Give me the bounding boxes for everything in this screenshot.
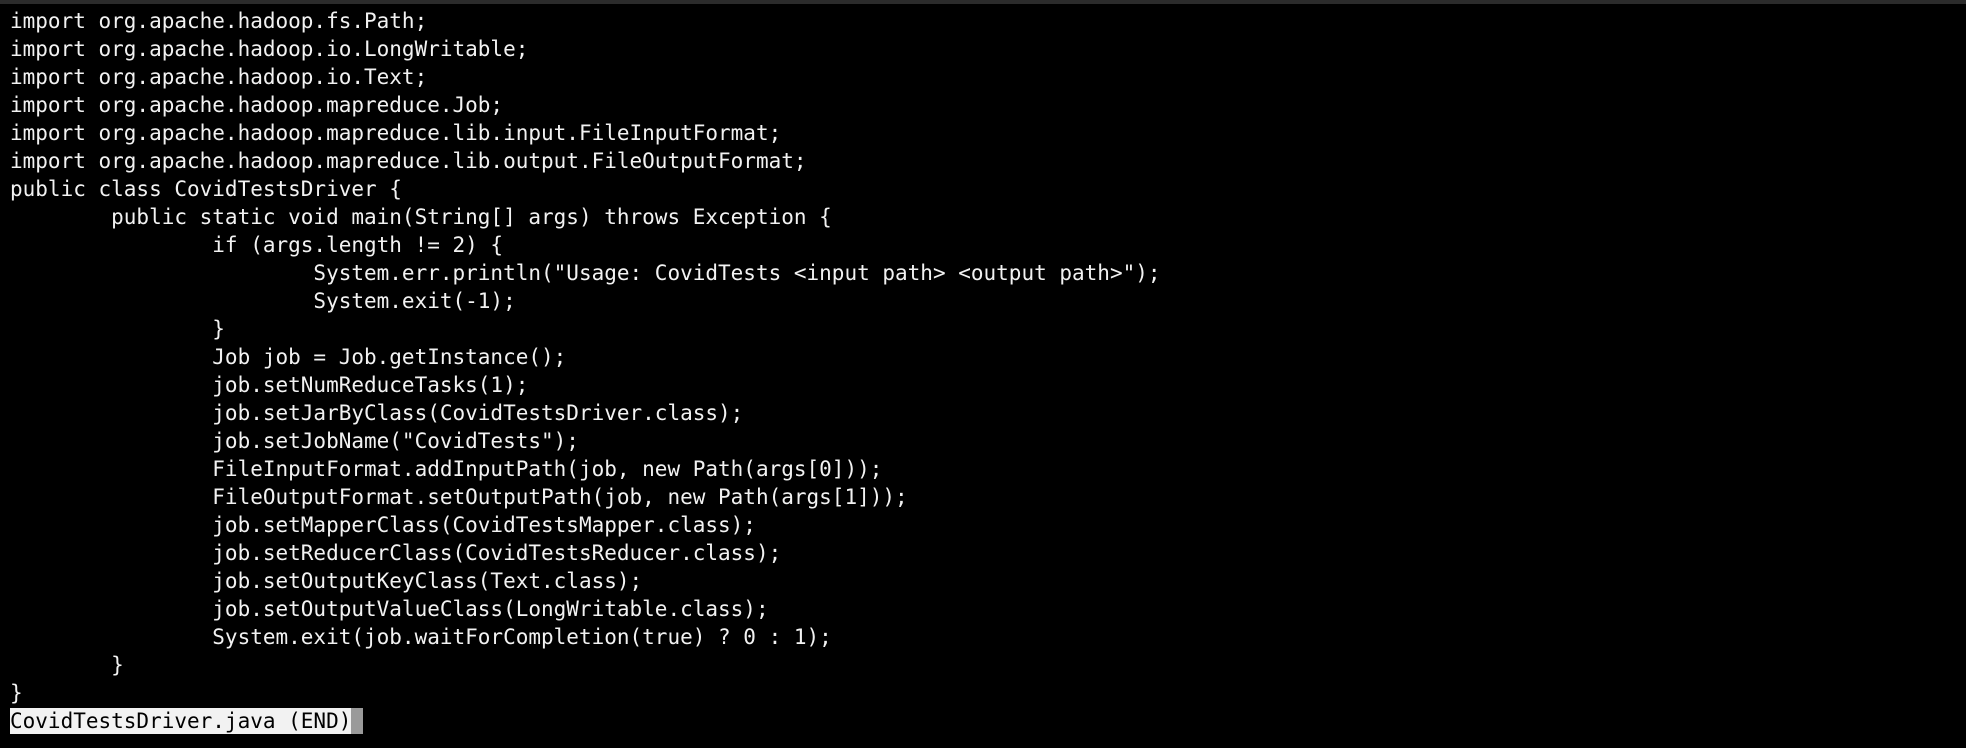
code-line: System.err.println("Usage: CovidTests <i… — [10, 261, 1161, 285]
code-line: job.setOutputKeyClass(Text.class); — [10, 569, 643, 593]
code-line: import org.apache.hadoop.io.LongWritable… — [10, 37, 529, 61]
code-line: import org.apache.hadoop.io.Text; — [10, 65, 428, 89]
code-line: public class CovidTestsDriver { — [10, 177, 402, 201]
text-cursor[interactable] — [351, 708, 364, 734]
code-line: job.setMapperClass(CovidTestsMapper.clas… — [10, 513, 756, 537]
pager-status-text: CovidTestsDriver.java (END) — [10, 708, 352, 734]
code-line: } — [10, 653, 124, 677]
terminal-pager[interactable]: import org.apache.hadoop.fs.Path; import… — [10, 7, 1956, 735]
code-line: import org.apache.hadoop.mapreduce.lib.i… — [10, 121, 782, 145]
window-top-border — [0, 0, 1966, 4]
code-line: import org.apache.hadoop.mapreduce.lib.o… — [10, 149, 807, 173]
code-line: import org.apache.hadoop.mapreduce.Job; — [10, 93, 504, 117]
code-line: job.setOutputValueClass(LongWritable.cla… — [10, 597, 769, 621]
code-line: import org.apache.hadoop.fs.Path; — [10, 9, 428, 33]
pager-status-line: CovidTestsDriver.java (END) — [10, 707, 1956, 735]
code-line: } — [10, 317, 225, 341]
code-line: job.setJarByClass(CovidTestsDriver.class… — [10, 401, 744, 425]
code-line: job.setNumReduceTasks(1); — [10, 373, 529, 397]
code-line: FileOutputFormat.setOutputPath(job, new … — [10, 485, 908, 509]
code-line: System.exit(-1); — [10, 289, 516, 313]
code-line: public static void main(String[] args) t… — [10, 205, 832, 229]
code-line: System.exit(job.waitForCompletion(true) … — [10, 625, 832, 649]
code-line: job.setJobName("CovidTests"); — [10, 429, 579, 453]
code-line: job.setReducerClass(CovidTestsReducer.cl… — [10, 541, 782, 565]
code-line: Job job = Job.getInstance(); — [10, 345, 567, 369]
code-line: if (args.length != 2) { — [10, 233, 504, 257]
code-line: } — [10, 681, 23, 705]
code-line: FileInputFormat.addInputPath(job, new Pa… — [10, 457, 883, 481]
